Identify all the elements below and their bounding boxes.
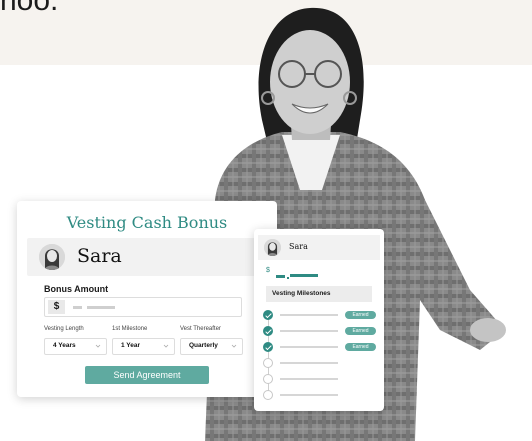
amount-placeholder-bar: [87, 306, 115, 309]
chevron-down-icon: [163, 344, 169, 348]
vest-thereafter-select[interactable]: Quarterly: [180, 338, 243, 355]
employee-header: Sara: [258, 235, 380, 260]
bonus-amount-label: Bonus Amount: [44, 284, 109, 294]
vesting-length-select[interactable]: 4 Years: [44, 338, 107, 355]
amount-placeholder-bar: [290, 274, 318, 277]
vesting-milestones-heading: Vesting Milestones: [266, 286, 372, 302]
select-value: 1 Year: [121, 342, 141, 349]
milestone-bar: [280, 362, 338, 364]
milestone-bar: [280, 394, 338, 396]
earned-badge: Earned: [345, 327, 376, 335]
currency-symbol: $: [266, 267, 270, 274]
employee-name: Sara: [289, 242, 308, 251]
vesting-milestones-card: Sara $ Vesting Milestones Earned Earned …: [254, 229, 384, 411]
amount-placeholder-dot: [287, 277, 289, 279]
select-value: Quarterly: [189, 342, 218, 349]
milestone-check-icon: [263, 342, 273, 352]
card-title: Vesting Cash Bonus: [66, 213, 228, 232]
amount-placeholder-bar: [276, 275, 285, 278]
milestone-check-icon: [263, 310, 273, 320]
first-milestone-label: 1st Milestone: [112, 326, 148, 332]
vest-thereafter-label: Vest Thereafter: [180, 326, 221, 332]
earned-badge: Earned: [345, 311, 376, 319]
avatar: [264, 239, 281, 256]
milestone-bar: [280, 378, 338, 380]
currency-symbol: $: [48, 300, 65, 314]
amount-placeholder-bar: [73, 306, 82, 309]
milestone-pending-icon: [263, 374, 273, 384]
employee-name: Sara: [77, 245, 122, 267]
milestone-pending-icon: [263, 390, 273, 400]
employee-header: Sara: [27, 238, 267, 276]
first-milestone-select[interactable]: 1 Year: [112, 338, 175, 355]
send-agreement-button[interactable]: Send Agreement: [85, 366, 209, 384]
bonus-amount-input[interactable]: $: [44, 297, 242, 317]
chevron-down-icon: [95, 344, 101, 348]
milestone-check-icon: [263, 326, 273, 336]
vesting-length-label: Vesting Length: [44, 326, 84, 332]
select-value: 4 Years: [53, 342, 76, 349]
earned-badge: Earned: [345, 343, 376, 351]
avatar: [39, 244, 65, 270]
chevron-down-icon: [231, 344, 237, 348]
milestone-bar: [280, 346, 338, 348]
milestone-bar: [280, 314, 338, 316]
milestone-bar: [280, 330, 338, 332]
milestone-pending-icon: [263, 358, 273, 368]
